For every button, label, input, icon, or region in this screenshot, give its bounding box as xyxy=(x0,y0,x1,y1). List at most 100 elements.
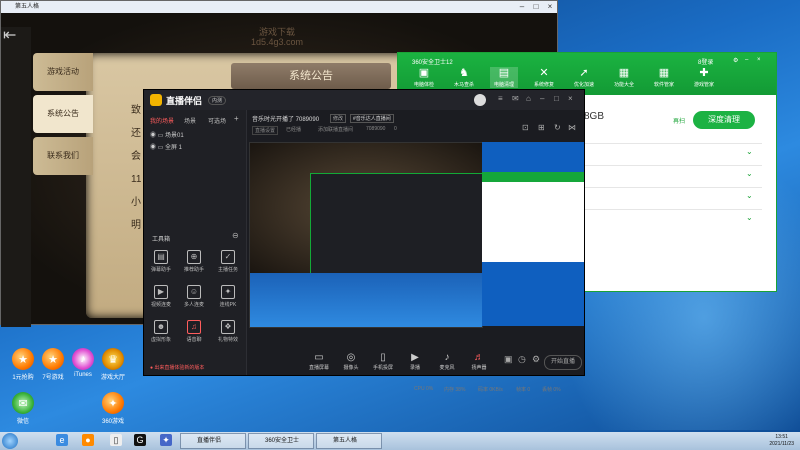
maximize-icon[interactable]: □ xyxy=(529,1,543,13)
close-icon[interactable]: × xyxy=(543,1,557,13)
maximize-icon[interactable]: □ xyxy=(554,94,559,103)
nav-label: 系统修复 xyxy=(533,82,554,88)
tool-multi-link[interactable]: ☺ 多人连麦 xyxy=(180,285,208,308)
browser-icon[interactable]: ● xyxy=(82,434,94,446)
feather-icon[interactable]: ✦ xyxy=(160,434,172,446)
gear-icon[interactable]: ⚙ xyxy=(733,57,738,64)
nav-games[interactable]: ✚ 游戏管家 xyxy=(690,67,718,88)
chevron-down-icon[interactable]: ⌄ xyxy=(746,191,753,200)
feedback-icon[interactable]: ✉ xyxy=(512,94,519,103)
close-icon[interactable]: × xyxy=(568,94,573,103)
button-label: 直播屏幕 xyxy=(308,365,329,371)
text-fragment: 还 xyxy=(131,128,141,139)
record-button[interactable]: ▶ 录播 xyxy=(402,352,428,371)
menu-icon[interactable]: ≡ xyxy=(498,94,503,103)
gamepad-icon: ✚ xyxy=(699,67,709,79)
tab-my-scene[interactable]: 我的场景 xyxy=(150,116,174,125)
start-button[interactable] xyxy=(2,433,18,449)
tool-recommend[interactable]: ⊕ 推荐助手 xyxy=(180,250,208,273)
nav-features[interactable]: ▦ 功能大全 xyxy=(610,67,638,88)
tab-contact[interactable]: 联系我们 xyxy=(33,137,93,175)
rescan-link[interactable]: 再扫 xyxy=(673,116,685,125)
gear-icon[interactable]: ⚙ xyxy=(532,354,540,365)
taskbar-item-game[interactable]: 第五人格 xyxy=(316,433,382,449)
nav-clean[interactable]: ▤ 电脑清理 xyxy=(490,67,518,88)
tab-scene[interactable]: 场景 xyxy=(184,116,196,125)
divider xyxy=(566,143,762,144)
app-g-icon[interactable]: G xyxy=(134,434,146,446)
notice-bar[interactable]: ● 出来直播体验新的版本 xyxy=(150,364,204,371)
ie-icon[interactable]: e xyxy=(56,434,68,446)
nav-software[interactable]: ▦ 软件管家 xyxy=(650,67,678,88)
nav-speed[interactable]: ➚ 优化加速 xyxy=(570,67,598,88)
chevron-down-icon[interactable]: ⌄ xyxy=(746,147,753,156)
share-icon[interactable]: ⋈ xyxy=(568,123,576,132)
button-label: 摄像头 xyxy=(343,365,359,371)
taskbar-item-streaming[interactable]: 直播伴侣 xyxy=(180,433,246,449)
screen-capture-button[interactable]: ▭ 直播屏幕 xyxy=(306,352,332,371)
screenshot-icon[interactable]: ⊞ xyxy=(538,123,545,132)
document-icon[interactable]: ▯ xyxy=(110,434,122,446)
deep-clean-button[interactable]: 深度清理 xyxy=(693,111,755,129)
pin-icon[interactable]: ⌂ xyxy=(526,94,531,103)
close-icon[interactable]: × xyxy=(757,57,761,63)
microphone-button[interactable]: ♪ 麦克风 xyxy=(434,352,460,371)
add-icon[interactable]: + xyxy=(234,114,239,123)
tool-gift[interactable]: ❖ 礼物特效 xyxy=(214,320,242,343)
tool-label: 推荐助手 xyxy=(183,267,204,273)
notice-text: 出来直播体验新的版本 xyxy=(154,365,205,371)
toggle-icon[interactable]: ⊖ xyxy=(232,231,239,240)
refresh-icon[interactable]: ↻ xyxy=(554,123,561,132)
tab-announcement[interactable]: 系统公告 xyxy=(33,95,93,133)
nav-trojan[interactable]: ♞ 木马查杀 xyxy=(450,67,478,88)
play-icon: ▶ xyxy=(411,352,419,363)
room-tag[interactable]: #音乐达人直播间 xyxy=(350,114,394,123)
text-fragment: 11 xyxy=(131,174,142,185)
record-icon[interactable]: ⊡ xyxy=(522,123,529,132)
scene-item[interactable]: ◉ ▭ 全屏 1 xyxy=(150,142,182,151)
avatar[interactable] xyxy=(474,94,486,106)
tool-task[interactable]: ✓ 主播任务 xyxy=(214,250,242,273)
taskbar-item-360[interactable]: 360安全卫士 xyxy=(248,433,314,449)
minimize-icon[interactable]: – xyxy=(745,57,748,63)
tool-pk[interactable]: ✦ 连线PK xyxy=(214,285,242,308)
tab-activity[interactable]: 游戏活动 xyxy=(33,53,93,91)
login-link[interactable]: 8登录 xyxy=(698,57,713,66)
tool-avatar[interactable]: ☻ 虚拟形象 xyxy=(147,320,175,343)
desktop-icon-4[interactable]: ♛ 游戏大厅 xyxy=(94,348,132,381)
tool-label: 虚拟形象 xyxy=(150,337,171,343)
nav-label: 木马查杀 xyxy=(453,82,474,88)
desktop-icon-5[interactable]: ✉ 微信 xyxy=(4,392,42,425)
stream-preview[interactable] xyxy=(249,142,484,328)
live-title: 音乐时光开播了 7089090 xyxy=(252,117,320,123)
speaker-button[interactable]: ♬ 扬声器 xyxy=(466,352,492,371)
chevron-down-icon[interactable]: ⌄ xyxy=(746,213,753,222)
start-live-button[interactable]: 开始直播 xyxy=(544,355,582,370)
phone-cast-button[interactable]: ▯ 手机投屏 xyxy=(370,352,396,371)
scene-item[interactable]: ◉ ▭ 场景01 xyxy=(150,130,184,139)
scene-label: 全屏 1 xyxy=(165,145,183,151)
tab-optional[interactable]: 可选场 xyxy=(208,116,226,125)
timer-icon[interactable]: ◷ xyxy=(518,354,526,365)
text-fragment: 会 xyxy=(131,151,141,162)
live-settings-link[interactable]: 直播设置 xyxy=(252,126,279,135)
video-icon[interactable]: ▣ xyxy=(504,354,513,365)
taskbar-item-label: 360安全卫士 xyxy=(265,438,300,444)
desktop-icon-6[interactable]: ✦ 360游戏 xyxy=(94,392,132,425)
nav-repair[interactable]: ✕ 系统修复 xyxy=(530,67,558,88)
tool-video-link[interactable]: ▶ 视频连麦 xyxy=(147,285,175,308)
chevron-down-icon[interactable]: ⌄ xyxy=(746,169,753,178)
minimize-icon[interactable]: – xyxy=(515,1,529,13)
back-arrow-icon[interactable]: ⇤ xyxy=(3,25,23,45)
wrench-icon: ✕ xyxy=(539,67,549,79)
add-room-link[interactable]: 添加联播直播间 xyxy=(318,126,353,133)
tool-voice[interactable]: ♫ 语音聊 xyxy=(180,320,208,343)
minimize-icon[interactable]: – xyxy=(540,94,544,103)
nav-checkup[interactable]: ▣ 电脑体检 xyxy=(410,67,438,88)
tool-danmaku[interactable]: ▤ 弹幕助手 xyxy=(147,250,175,273)
nav-label: 优化加速 xyxy=(573,82,594,88)
edit-title-button[interactable]: 修改 xyxy=(330,114,347,123)
camera-button[interactable]: ◎ 摄像头 xyxy=(338,352,364,371)
system-clock[interactable]: 13:51 2021/11/23 xyxy=(769,434,794,448)
game-window-titlebar: 第五人格 – □ × xyxy=(1,1,557,13)
